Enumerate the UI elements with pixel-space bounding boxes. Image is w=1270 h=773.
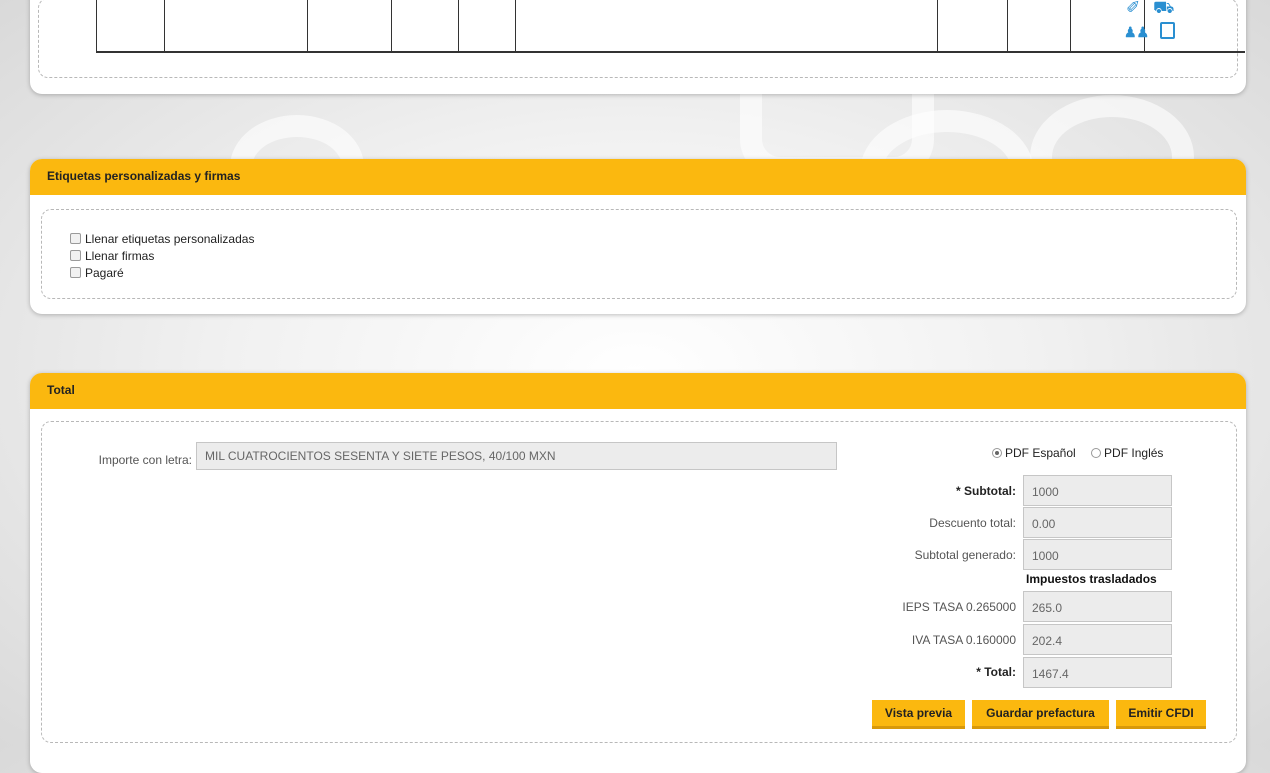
checkbox-label: Llenar firmas bbox=[85, 249, 155, 263]
table-cell bbox=[937, 0, 1008, 52]
checkbox-etiquetas[interactable]: Llenar etiquetas personalizadas bbox=[70, 232, 254, 246]
subtotal-label: * Subtotal: bbox=[956, 484, 1016, 498]
checkbox-label: Llenar etiquetas personalizadas bbox=[85, 232, 255, 246]
total-field[interactable]: 1467.4 bbox=[1023, 657, 1172, 688]
table-row[interactable] bbox=[96, 0, 1246, 52]
edit-icon[interactable]: ✐ bbox=[1126, 0, 1140, 17]
users-icon[interactable]: ♟♟ bbox=[1124, 24, 1149, 40]
descuento-label: Descuento total: bbox=[929, 516, 1016, 530]
descuento-field[interactable]: 0.00 bbox=[1023, 507, 1172, 538]
checkbox-box[interactable] bbox=[70, 233, 81, 244]
etiquetas-panel: Etiquetas personalizadas y firmas Llenar… bbox=[30, 159, 1246, 314]
etiquetas-frame bbox=[41, 209, 1237, 299]
total-title: Total bbox=[30, 373, 1246, 409]
table-cell bbox=[307, 0, 392, 52]
table-cell bbox=[391, 0, 459, 52]
table-cell bbox=[458, 0, 516, 52]
checkbox-firmas[interactable]: Llenar firmas bbox=[70, 249, 154, 263]
importe-letra-field[interactable]: MIL CUATROCIENTOS SESENTA Y SIETE PESOS,… bbox=[196, 442, 837, 470]
vista-previa-button[interactable]: Vista previa bbox=[872, 700, 965, 729]
subtotal-generado-label: Subtotal generado: bbox=[914, 548, 1016, 562]
importe-label: Importe con letra: bbox=[98, 453, 192, 467]
total-panel: Total Importe con letra: MIL CUATROCIENT… bbox=[30, 373, 1246, 773]
radio-button[interactable] bbox=[992, 448, 1002, 458]
ieps-label: IEPS TASA 0.265000 bbox=[902, 600, 1016, 614]
iva-label: IVA TASA 0.160000 bbox=[911, 633, 1016, 647]
radio-label: PDF Español bbox=[1005, 446, 1076, 460]
row-actions: ♟♟ bbox=[1124, 22, 1175, 42]
checkbox-label: Pagaré bbox=[85, 266, 124, 280]
subtotal-field[interactable]: 1000 bbox=[1023, 475, 1172, 506]
table-cell bbox=[515, 0, 938, 52]
emitir-cfdi-button[interactable]: Emitir CFDI bbox=[1116, 700, 1206, 729]
radio-pdf-ingles[interactable]: PDF Inglés bbox=[1091, 446, 1163, 460]
items-panel: ✐ ⛟ ♟♟ bbox=[30, 0, 1246, 94]
checkbox-pagare[interactable]: Pagaré bbox=[70, 266, 124, 280]
checkbox-box[interactable] bbox=[70, 267, 81, 278]
vehicle-icon[interactable]: ⛟ bbox=[1153, 0, 1174, 17]
table-cell bbox=[164, 0, 308, 52]
row-actions: ✐ ⛟ bbox=[1126, 0, 1174, 20]
impuestos-heading: Impuestos trasladados bbox=[1026, 572, 1157, 586]
container-icon[interactable] bbox=[1159, 22, 1175, 39]
ieps-field[interactable]: 265.0 bbox=[1023, 591, 1172, 622]
etiquetas-title: Etiquetas personalizadas y firmas bbox=[30, 159, 1246, 195]
radio-label: PDF Inglés bbox=[1104, 446, 1164, 460]
total-label: * Total: bbox=[976, 665, 1016, 679]
subtotal-generado-field[interactable]: 1000 bbox=[1023, 539, 1172, 570]
radio-pdf-espanol[interactable]: PDF Español bbox=[992, 446, 1076, 460]
pdf-language-options: PDF Español PDF Inglés bbox=[992, 446, 1163, 460]
items-table bbox=[96, 0, 1245, 53]
table-cell bbox=[1007, 0, 1071, 52]
radio-button[interactable] bbox=[1091, 448, 1102, 458]
checkbox-box[interactable] bbox=[70, 250, 81, 261]
table-cell bbox=[96, 0, 165, 52]
guardar-prefactura-button[interactable]: Guardar prefactura bbox=[972, 700, 1109, 729]
iva-field[interactable]: 202.4 bbox=[1023, 624, 1172, 655]
